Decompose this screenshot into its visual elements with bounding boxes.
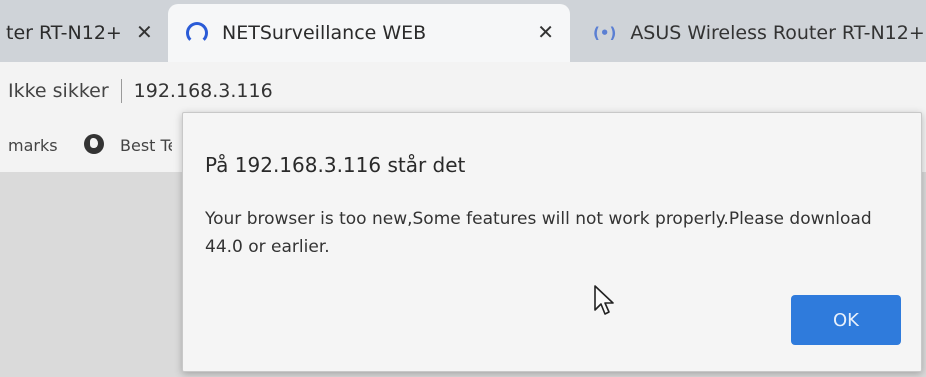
tab-title: NETSurveillance WEB xyxy=(222,22,427,44)
tab-strip: ter RT-N12+ ✕ NETSurveillance WEB ✕ (•) … xyxy=(0,0,926,62)
tab-asus-partial[interactable]: ter RT-N12+ ✕ xyxy=(0,4,168,62)
mouse-cursor-icon xyxy=(594,285,614,315)
wireless-icon: (•) xyxy=(593,24,617,42)
tab-title: ter RT-N12+ xyxy=(6,22,122,44)
loading-spinner-icon xyxy=(186,22,208,44)
tab-asus-router[interactable]: (•) ASUS Wireless Router RT-N12+ xyxy=(583,4,926,62)
alert-dialog: På 192.168.3.116 står det Your browser i… xyxy=(182,112,922,372)
tab-netsurveillance[interactable]: NETSurveillance WEB ✕ xyxy=(168,4,570,62)
close-icon[interactable]: ✕ xyxy=(537,20,554,44)
dialog-title: På 192.168.3.116 står det xyxy=(205,153,466,177)
close-icon[interactable]: ✕ xyxy=(136,20,153,44)
divider xyxy=(120,79,122,103)
bookmark-item[interactable]: marks xyxy=(8,136,58,155)
url-text[interactable]: 192.168.3.116 xyxy=(134,80,273,102)
bookmark-item[interactable]: Best Te xyxy=(120,136,172,155)
tab-title: ASUS Wireless Router RT-N12+ xyxy=(630,22,925,44)
globe-icon xyxy=(84,134,104,154)
ok-button[interactable]: OK xyxy=(791,295,901,345)
dialog-message: Your browser is too new,Some features wi… xyxy=(205,209,872,257)
security-indicator[interactable]: Ikke sikker xyxy=(8,80,109,102)
